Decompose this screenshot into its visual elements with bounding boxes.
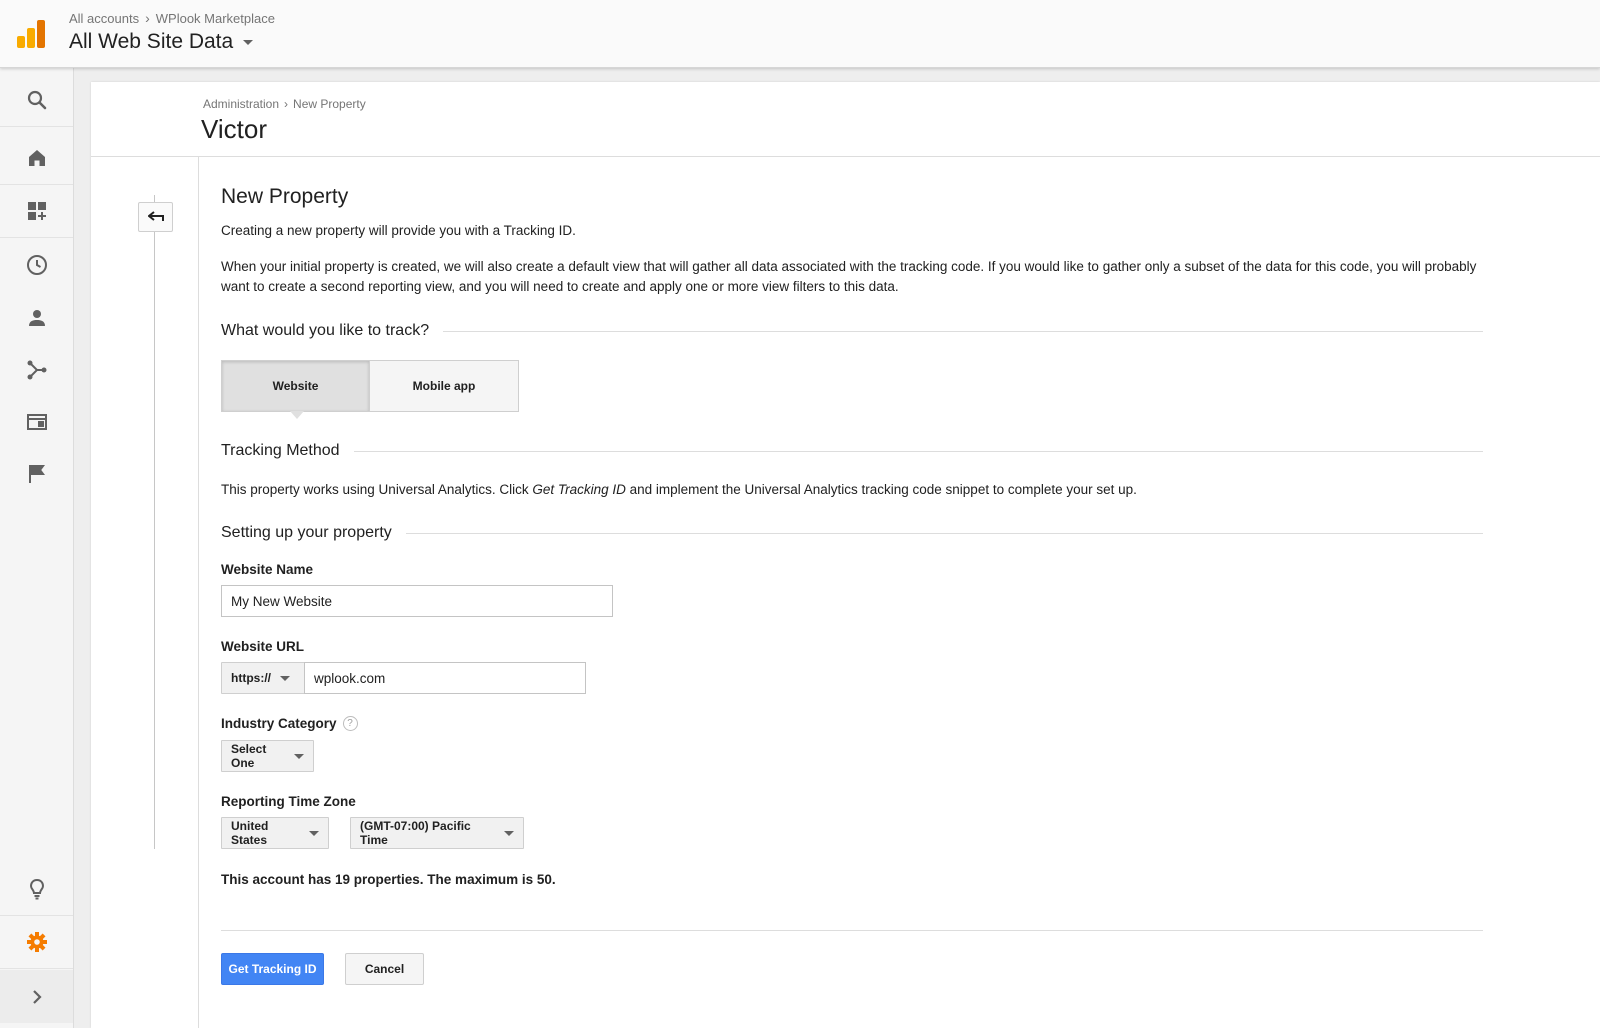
description-text: When your initial property is created, w… [221,259,1477,294]
breadcrumb-account[interactable]: WPlook Marketplace [156,11,275,26]
timezone-value: (GMT-07:00) Pacific Time [360,819,471,847]
breadcrumb-administration[interactable]: Administration [203,97,279,111]
form-heading: New Property [221,185,349,208]
left-nav-rail [0,68,74,1028]
caret-down-icon [280,675,290,681]
timezone-dropdown[interactable]: (GMT-07:00) Pacific Time [350,817,524,849]
analytics-logo-icon[interactable] [17,20,47,48]
top-bar: All accounts › WPlook Marketplace All We… [0,0,1600,68]
website-name-input[interactable]: My New Website [221,585,613,617]
setup-section-header: Setting up your property [221,524,1483,542]
nav-behavior[interactable] [0,395,73,448]
caret-down-icon[interactable] [243,39,254,45]
nav-conversions[interactable] [0,447,73,500]
breadcrumb-all-accounts[interactable]: All accounts [69,11,139,26]
industry-category-label: Industry Category ? [221,716,358,731]
page-header: Administration › New Property Victor [91,82,1600,157]
view-selector[interactable]: All Web Site Data [69,30,254,54]
website-url-label: Website URL [221,639,305,654]
track-question: What would you like to track? [221,322,430,339]
website-url-input[interactable]: wplook.com [304,662,586,694]
section-divider [405,532,1483,534]
lightbulb-icon [29,878,44,900]
account-breadcrumb: All accounts › WPlook Marketplace [69,10,275,26]
breadcrumb-separator-icon: › [284,97,289,111]
behavior-icon [26,413,47,430]
nav-home[interactable] [0,132,73,185]
tracking-method-text-b: and implement the Universal Analytics tr… [625,482,1137,497]
home-icon [28,150,45,166]
properties-count-note: This account has 19 properties. The maxi… [221,872,556,887]
nav-acquisition[interactable] [0,343,73,396]
tracking-method-header: Tracking Method [221,442,1483,460]
get-tracking-id-button[interactable]: Get Tracking ID [221,953,324,985]
website-name-label: Website Name [221,562,314,577]
back-column [91,157,199,1028]
country-dropdown[interactable]: United States [221,817,329,849]
industry-category-label-text: Industry Category [221,716,337,731]
admin-breadcrumb: Administration › New Property [203,97,366,111]
breadcrumb-new-property: New Property [293,97,366,111]
industry-category-value: Select One [231,742,267,770]
setup-title: Setting up your property [221,524,392,541]
gear-icon [26,932,47,952]
country-value: United States [231,819,269,847]
nav-admin[interactable] [0,916,73,969]
back-arrow-icon [147,211,164,221]
nav-discover[interactable] [0,863,73,916]
caret-down-icon [504,830,514,836]
nav-audience[interactable] [0,291,73,344]
tracking-method-title: Tracking Method [221,442,340,459]
track-type-toggle: Website Mobile app [221,360,519,419]
nav-realtime[interactable] [0,238,73,291]
dashboard-icon [27,202,46,220]
section-divider [353,450,1483,452]
caret-down-icon [294,753,304,759]
search-icon [27,90,46,110]
page-title: Victor [201,114,267,144]
clock-icon [26,254,47,275]
acquisition-icon [27,360,46,379]
section-divider [221,930,1483,931]
industry-category-dropdown[interactable]: Select One [221,740,314,772]
main-card: Administration › New Property Victor New… [91,82,1600,1028]
reporting-timezone-label: Reporting Time Zone [221,794,356,809]
person-icon [28,309,45,326]
help-icon[interactable]: ? [342,716,358,731]
protocol-value: https:// [231,671,271,685]
website-option-button[interactable]: Website [221,360,370,419]
breadcrumb-separator-icon: › [145,10,150,26]
timeline-line [154,195,155,849]
nav-customization[interactable] [0,185,73,238]
caret-down-icon [309,830,319,836]
nav-expand[interactable] [0,970,73,1023]
view-name[interactable]: All Web Site Data [69,30,233,54]
cancel-button[interactable]: Cancel [345,953,424,985]
track-section-header: What would you like to track? [221,322,1483,340]
mobile-app-option-button[interactable]: Mobile app [370,360,519,412]
tracking-method-text-a: This property works using Universal Anal… [221,482,533,497]
flag-icon [28,464,45,483]
protocol-dropdown[interactable]: https:// [221,662,305,694]
section-divider [443,330,1483,332]
tracking-method-link: Get Tracking ID [532,482,626,497]
intro-text: Creating a new property will provide you… [221,223,576,238]
tracking-method-text: This property works using Universal Anal… [221,482,1137,497]
back-button[interactable] [138,202,173,232]
chevron-right-icon [32,989,42,1004]
nav-search[interactable] [0,74,73,127]
